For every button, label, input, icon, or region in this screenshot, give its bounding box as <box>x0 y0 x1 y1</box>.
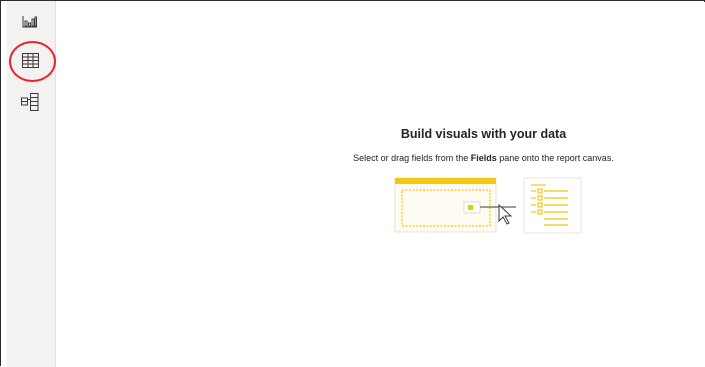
empty-state-subtitle: Select or drag fields from the Fields pa… <box>1 153 705 163</box>
subtitle-text-after: pane onto the report canvas. <box>496 153 614 163</box>
model-view-button[interactable] <box>18 90 42 114</box>
report-canvas[interactable] <box>57 2 705 367</box>
report-view-button[interactable] <box>18 9 42 33</box>
data-view-button[interactable] <box>18 48 42 72</box>
view-rail <box>7 1 56 367</box>
fields-pane-link-text: Fields <box>470 153 497 163</box>
drag-fields-illustration <box>394 177 584 237</box>
subtitle-text-before: Select or drag fields from the <box>353 153 471 163</box>
table-icon <box>21 52 39 68</box>
bar-chart-icon <box>22 14 38 28</box>
empty-state-title: Build visuals with your data <box>400 127 567 141</box>
model-icon <box>21 93 39 111</box>
window-frame: Build visuals with your data Select or d… <box>0 0 705 367</box>
